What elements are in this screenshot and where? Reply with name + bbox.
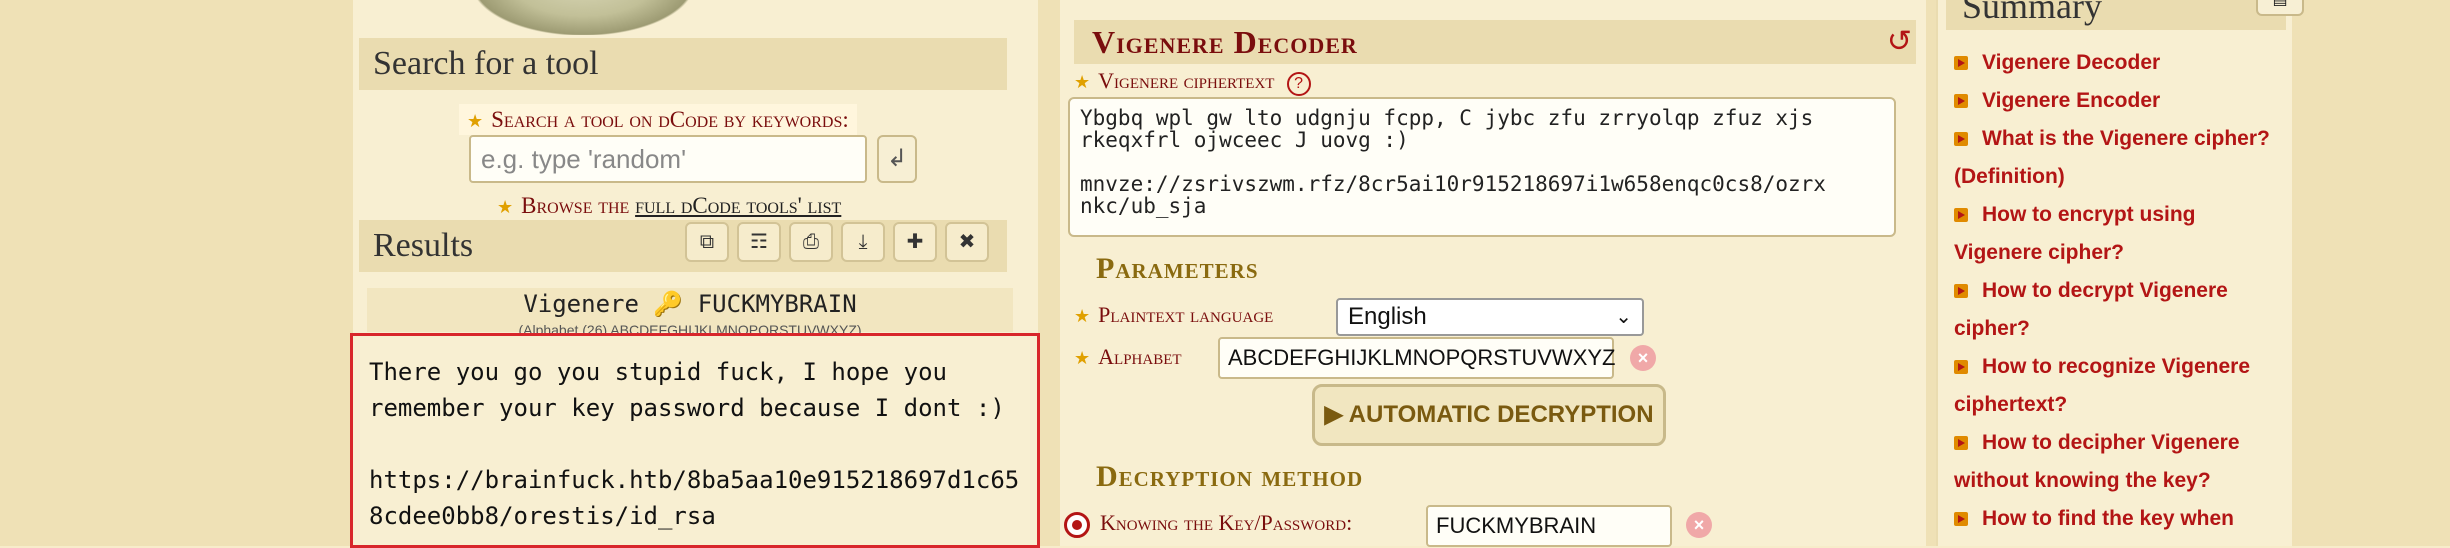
search-label-row: ★ Search a tool on dCode by keywords: — [459, 104, 857, 135]
search-input[interactable] — [469, 135, 867, 183]
arrow-icon — [1954, 56, 1968, 70]
arrow-icon — [1954, 208, 1968, 222]
key-field[interactable]: FUCKMYBRAIN — [1426, 505, 1672, 547]
result-output: There you go you stupid fuck, I hope you… — [350, 333, 1040, 548]
alphabet-field[interactable]: ABCDEFGHIJKLMNOPQRSTUVWXYZ — [1218, 337, 1615, 379]
star-icon: ★ — [1074, 72, 1091, 92]
key-method-radio[interactable] — [1064, 512, 1090, 538]
summary-link[interactable]: How to encrypt using Vigenere cipher? — [1954, 203, 2196, 264]
result-title: Vigenere 🔑 FUCKMYBRAIN — [523, 290, 857, 318]
pin-icon[interactable]: ✚ — [893, 222, 937, 262]
alphabet-label-row: ★ Alphabet — [1074, 344, 1182, 370]
arrow-icon — [1954, 360, 1968, 374]
browse-row: ★ Browse the full dCode tools' list — [489, 190, 849, 221]
help-icon[interactable]: ? — [1286, 72, 1311, 96]
summary-link[interactable]: How to find the key when — [1982, 507, 2234, 530]
download-icon[interactable]: ⤓ — [841, 222, 885, 262]
gutter — [1038, 0, 1060, 546]
language-label-row: ★ Plaintext language — [1074, 302, 1273, 328]
summary-toggle-icon[interactable]: ▤ — [2256, 0, 2304, 16]
ciphertext-input[interactable]: Ybgbq wpl gw lto udgnju fcpp, C jybc zfu… — [1068, 97, 1896, 237]
result-header: Vigenere 🔑 FUCKMYBRAIN (Alphabet (26) AB… — [367, 288, 1013, 338]
language-value: English — [1348, 303, 1427, 330]
summary-link[interactable]: How to recognize Vigenere ciphertext? — [1954, 355, 2250, 416]
results-title: Results — [373, 227, 474, 264]
language-label: Plaintext language — [1098, 302, 1274, 327]
search-heading: Search for a tool — [359, 38, 1007, 90]
summary-list: Vigenere Decoder Vigenere Encoder What i… — [1954, 44, 2284, 538]
star-icon: ★ — [1074, 306, 1091, 326]
star-icon: ★ — [467, 111, 484, 131]
ciphertext-label-row: ★ Vigenere ciphertext ? — [1074, 68, 1311, 96]
alphabet-label: Alphabet — [1098, 344, 1182, 369]
parameters-title: Parameters — [1096, 252, 1259, 285]
arrow-icon — [1954, 132, 1968, 146]
summary-link[interactable]: What is the Vigenere cipher? (Definition… — [1954, 127, 2270, 188]
summary-link[interactable]: Vigenere Decoder — [1982, 51, 2160, 74]
gutter — [1926, 0, 1936, 546]
bookmark-icon[interactable]: ☶ — [737, 222, 781, 262]
reset-icon[interactable]: ↺ — [1887, 24, 1912, 59]
search-label: Search a tool on dCode by keywords: — [491, 107, 849, 132]
summary-item[interactable]: Vigenere Decoder — [1954, 44, 2284, 82]
summary-header: Summary ▤ — [1946, 0, 2304, 30]
summary-link[interactable]: How to decrypt Vigenere cipher? — [1954, 279, 2228, 340]
summary-link[interactable]: How to decipher Vigenere without knowing… — [1954, 431, 2240, 492]
language-select[interactable]: English ⌄ — [1336, 298, 1644, 336]
key-label-row: Knowing the Key/Password: — [1100, 510, 1352, 536]
automatic-decryption-button[interactable]: ▶ AUTOMATIC DECRYPTION — [1312, 384, 1666, 446]
arrow-icon — [1954, 284, 1968, 298]
browse-label: Browse the — [521, 193, 636, 218]
chevron-down-icon: ⌄ — [1615, 306, 1632, 328]
left-column: Search for a tool ★ Search a tool on dCod… — [350, 0, 1040, 548]
decryption-method-title: Decryption method — [1096, 460, 1364, 493]
summary-item[interactable]: What is the Vigenere cipher? (Definition… — [1954, 120, 2284, 196]
star-icon: ★ — [497, 197, 514, 217]
decrypted-text: There you go you stupid fuck, I hope you… — [369, 358, 1020, 530]
summary-item[interactable]: How to decipher Vigenere without knowing… — [1954, 424, 2284, 500]
decoder-panel: Vigenere Decoder ↺ ★ Vigenere ciphertext … — [1060, 0, 1926, 547]
summary-item[interactable]: How to find the key when — [1954, 500, 2284, 538]
right-gutter — [2290, 0, 2450, 546]
arrow-icon — [1954, 512, 1968, 526]
summary-link[interactable]: Vigenere Encoder — [1982, 89, 2160, 112]
copy-icon[interactable]: ⧉ — [685, 222, 729, 262]
summary-item[interactable]: Vigenere Encoder — [1954, 82, 2284, 120]
star-icon: ★ — [1074, 348, 1091, 368]
summary-item[interactable]: How to recognize Vigenere ciphertext? — [1954, 348, 2284, 424]
left-gutter — [0, 0, 353, 546]
search-submit-button[interactable]: ↲ — [877, 135, 917, 183]
summary-panel: Summary ▤ Vigenere Decoder Vigenere Enco… — [1936, 0, 2304, 546]
tool-illustration — [473, 0, 693, 35]
ciphertext-label: Vigenere ciphertext — [1098, 68, 1275, 93]
print-icon[interactable]: ⎙ — [789, 222, 833, 262]
arrow-icon — [1954, 94, 1968, 108]
key-label: Knowing the Key/Password: — [1100, 510, 1353, 535]
summary-item[interactable]: How to encrypt using Vigenere cipher? — [1954, 196, 2284, 272]
arrow-icon — [1954, 436, 1968, 450]
browse-tools-link[interactable]: full dCode tools' list — [635, 193, 841, 218]
close-icon[interactable]: ✖ — [945, 222, 989, 262]
page-title: Vigenere Decoder — [1092, 24, 1358, 60]
clear-alphabet-icon[interactable]: × — [1630, 345, 1656, 371]
summary-title: Summary — [1962, 0, 2102, 26]
clear-key-icon[interactable]: × — [1686, 512, 1712, 538]
summary-item[interactable]: How to decrypt Vigenere cipher? — [1954, 272, 2284, 348]
decoder-header: Vigenere Decoder ↺ — [1074, 20, 1916, 64]
